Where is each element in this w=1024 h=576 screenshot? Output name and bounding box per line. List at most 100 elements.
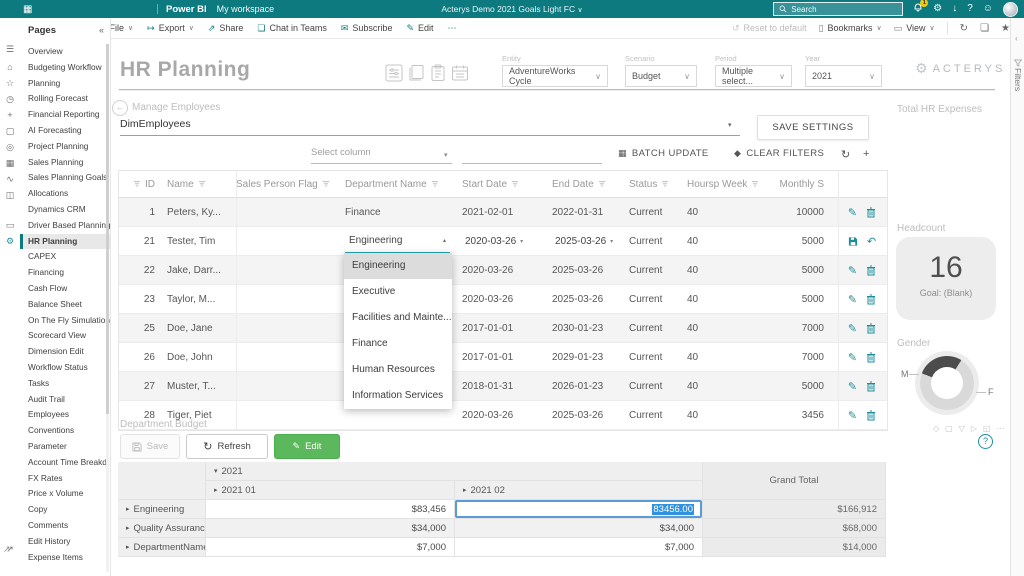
help-circle-icon[interactable]: ? (978, 434, 993, 449)
menu-view[interactable]: ▭View∨ (894, 23, 935, 34)
page-parameter[interactable]: Parameter (20, 439, 110, 455)
matrix-cell-p1[interactable]: $83,456 (206, 500, 455, 519)
dropdown-option-finance[interactable]: Finance (344, 331, 452, 357)
menu-icon[interactable]: ☰ (0, 44, 20, 55)
column-header-id[interactable]: ID (119, 171, 161, 197)
page-planning[interactable]: Planning (20, 76, 110, 92)
delete-row-icon[interactable] (866, 410, 876, 421)
delete-row-icon[interactable] (866, 207, 876, 218)
comment-icon[interactable]: ❏ (980, 23, 989, 34)
edit-row-icon[interactable]: ✎ (848, 322, 857, 335)
user-avatar[interactable] (1003, 2, 1018, 17)
browse-icon[interactable]: ▢ (0, 126, 20, 137)
cell-start-date[interactable]: 2020-03-26▾ (456, 227, 546, 255)
clear-filters-button[interactable]: ◆CLEAR FILTERS (734, 148, 824, 159)
page-sales-planning-goals[interactable]: Sales Planning Goals (20, 170, 110, 186)
page-expense-items[interactable]: Expense Items (20, 550, 110, 566)
select-column-dropdown[interactable]: Select column (311, 147, 452, 164)
column-header-hoursp-week[interactable]: Hoursp Week (681, 171, 771, 197)
copy-visual-icon[interactable]: ▢ (945, 424, 953, 433)
clipboard-icon[interactable] (429, 64, 447, 82)
menu-subscribe[interactable]: ✉Subscribe (341, 23, 393, 34)
matrix-edit-input[interactable]: 83456.00 (455, 500, 702, 518)
page-tasks[interactable]: Tasks (20, 376, 110, 392)
collapse-pages-icon[interactable]: « (99, 25, 104, 35)
matrix-year-header[interactable]: ▾2021 (206, 462, 703, 481)
filter-visual-icon[interactable]: ▽ (959, 424, 965, 433)
focus-mode-icon[interactable]: ◱ (983, 424, 991, 433)
page-edit-history[interactable]: Edit History (20, 534, 110, 550)
gender-donut-chart[interactable] (916, 352, 978, 414)
delete-row-icon[interactable] (866, 265, 876, 276)
cell-actions[interactable]: ✎ (839, 256, 885, 284)
menu-bookmarks[interactable]: ▯Bookmarks∨ (819, 23, 882, 34)
page-rolling-forecast[interactable]: Rolling Forecast (20, 91, 110, 107)
edit-row-icon[interactable]: ✎ (848, 380, 857, 393)
settings-sliders-icon[interactable] (385, 64, 403, 82)
page-sales-planning[interactable]: Sales Planning (20, 155, 110, 171)
menu-chat-in-teams[interactable]: ❏Chat in Teams (257, 23, 326, 34)
save-row-icon[interactable] (848, 236, 858, 247)
favorite-star-icon[interactable]: ★ (1001, 23, 1010, 34)
cell-actions[interactable]: ✎ (839, 314, 885, 342)
cell-actions[interactable]: ↶ (839, 227, 885, 255)
settings-gear-icon[interactable]: ⚙ (0, 236, 20, 247)
page-balance-sheet[interactable]: Balance Sheet (20, 297, 110, 313)
copy-pages-icon[interactable] (407, 64, 425, 82)
page-dynamics-crm[interactable]: Dynamics CRM (20, 202, 110, 218)
page-scorecard-view[interactable]: Scorecard View (20, 328, 110, 344)
add-row-icon[interactable]: + (863, 148, 869, 160)
dropdown-option-executive[interactable]: Executive (344, 279, 452, 305)
end-date-select[interactable]: 2025-03-26▾ (552, 230, 616, 252)
delete-row-icon[interactable] (866, 352, 876, 363)
matrix-cell-p2[interactable]: $34,000 (455, 519, 703, 538)
page-account-time-breakd[interactable]: Account Time Breakd... (20, 455, 110, 471)
powerbi-brand[interactable]: Power BI (166, 4, 207, 15)
edit-row-icon[interactable]: ✎ (848, 264, 857, 277)
dropdown-option-human-resources[interactable]: Human Resources (344, 357, 452, 383)
department-select[interactable]: Engineering▴ (345, 230, 450, 253)
page-financial-reporting[interactable]: Financial Reporting (20, 107, 110, 123)
table-row-employee-25[interactable]: 25Doe, Jane2017-01-012030-01-23Current40… (119, 314, 887, 343)
favorites-icon[interactable]: ☆ (0, 78, 20, 89)
download-icon[interactable]: ↓ (952, 0, 957, 18)
page-cash-flow[interactable]: Cash Flow (20, 281, 110, 297)
table-row-employee-23[interactable]: 23Taylor, M...2020-03-262025-03-26Curren… (119, 285, 887, 314)
column-header-department-name[interactable]: Department Name (339, 171, 456, 197)
page-fx-rates[interactable]: FX Rates (20, 471, 110, 487)
menu-share[interactable]: ⇗Share (208, 23, 244, 34)
table-row-employee-27[interactable]: 27Muster, T...2018-01-312026-01-23Curren… (119, 372, 887, 401)
recent-icon[interactable]: ◷ (0, 94, 20, 105)
edit-row-icon[interactable]: ✎ (848, 351, 857, 364)
feedback-smiley-icon[interactable]: ☺ (983, 0, 993, 18)
back-icon[interactable]: ← (112, 100, 128, 116)
delete-row-icon[interactable] (866, 294, 876, 305)
page-price-x-volume[interactable]: Price x Volume (20, 486, 110, 502)
matrix-period-header-2021-01[interactable]: ▸2021 01 (206, 481, 455, 500)
period-dropdown[interactable]: Multiple select...∨ (715, 65, 792, 87)
delete-row-icon[interactable] (866, 323, 876, 334)
cell-actions[interactable]: ✎ (839, 198, 885, 226)
page-comments[interactable]: Comments (20, 518, 110, 534)
apps-icon[interactable]: ▦ (0, 158, 20, 169)
matrix-cell-p2-editing[interactable]: 83456.00 (455, 500, 703, 519)
calendar-icon[interactable] (451, 64, 469, 82)
page-driver-based-planning[interactable]: Driver Based Planning (20, 218, 110, 234)
cell-department[interactable]: Engineering▴ (339, 227, 456, 255)
matrix-cell-p1[interactable]: $7,000 (206, 538, 455, 557)
expand-filters-icon[interactable]: ‹ (1015, 34, 1018, 43)
settings-gear-icon[interactable]: ⚙ (933, 0, 942, 18)
dropdown-option-facilities-and-mainte[interactable]: Facilities and Mainte... (344, 305, 452, 331)
open-external-icon[interactable]: ↗ (3, 544, 11, 555)
undo-icon[interactable]: ↶ (867, 235, 876, 248)
menu-more[interactable]: ⋯ (448, 23, 457, 34)
filter-value-input[interactable] (462, 147, 602, 164)
page-audit-trail[interactable]: Audit Trail (20, 392, 110, 408)
table-row-employee-1[interactable]: 1Peters, Ky...Finance2021-02-012022-01-3… (119, 198, 887, 227)
column-header-sales-person-flag[interactable]: Sales Person Flag (237, 171, 339, 197)
refresh-visuals-icon[interactable]: ↻ (960, 23, 968, 34)
start-date-select[interactable]: 2020-03-26▾ (462, 230, 526, 252)
cell-actions[interactable]: ✎ (839, 401, 885, 429)
filters-pane-collapsed[interactable]: ‹ Filters (1010, 18, 1024, 576)
workspaces-icon[interactable]: ◫ (0, 190, 20, 201)
